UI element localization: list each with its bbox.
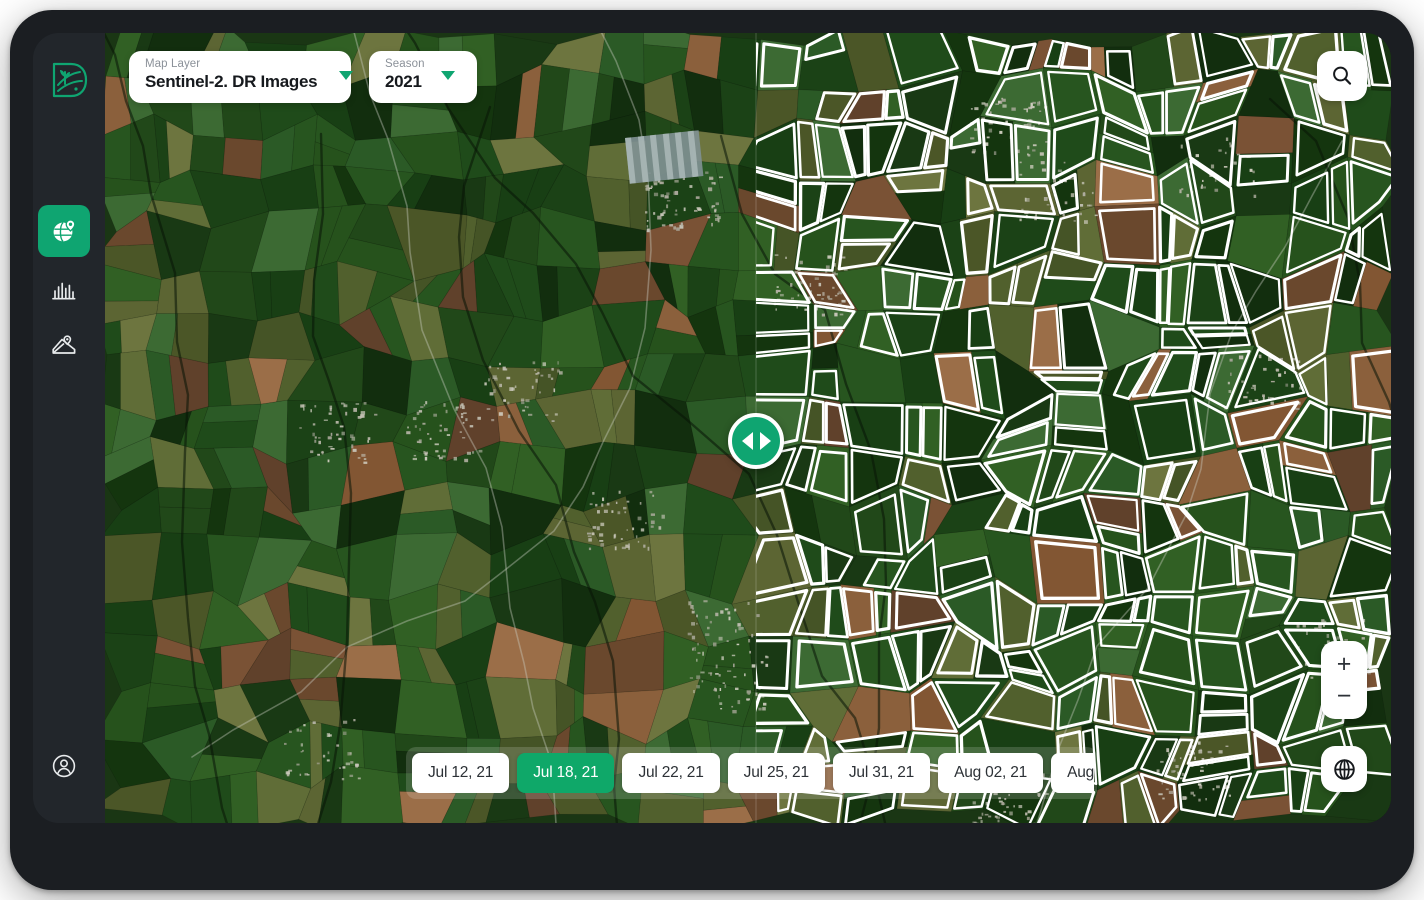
date-chip[interactable]: Jul 25, 21 <box>727 753 825 793</box>
globe-icon <box>1333 758 1355 780</box>
chevron-right-icon <box>759 432 771 450</box>
chevron-down-icon <box>339 71 354 80</box>
date-chip[interactable]: Jul 22, 21 <box>622 753 720 793</box>
map-viewport[interactable]: Map Layer Sentinel-2. DR Images Season 2… <box>105 33 1391 823</box>
map-toolbar: Map Layer Sentinel-2. DR Images Season 2… <box>129 51 477 103</box>
zoom-out-button[interactable]: − <box>1321 680 1367 712</box>
sidebar-item-analytics[interactable] <box>38 265 90 317</box>
basemap-toggle-button[interactable] <box>1321 746 1367 792</box>
search-button[interactable] <box>1317 51 1367 101</box>
chevron-down-icon <box>440 71 455 80</box>
date-chip[interactable]: Jul 12, 21 <box>412 753 510 793</box>
date-chip[interactable]: Aug 02, 21 <box>938 753 1044 793</box>
map-comparison-pane <box>756 33 1391 823</box>
field-pin-icon <box>52 335 76 354</box>
season-label: Season <box>385 58 425 70</box>
app-logo <box>43 54 95 106</box>
bar-chart-icon <box>52 282 76 300</box>
sidebar <box>33 33 105 823</box>
sidebar-item-fields[interactable] <box>38 318 90 370</box>
leaf-field-logo-icon <box>52 62 88 98</box>
date-timeline[interactable]: Jul 12, 21 Jul 18, 21 Jul 22, 21 Jul 25, 21… <box>412 753 1094 793</box>
zoom-controls: + − <box>1321 641 1367 719</box>
season-select[interactable]: Season 2021 <box>369 51 477 103</box>
globe-pin-icon <box>53 219 76 242</box>
season-value: 2021 <box>385 72 422 91</box>
device-screen: Map Layer Sentinel-2. DR Images Season 2… <box>33 33 1391 823</box>
zoom-in-button[interactable]: + <box>1321 648 1367 680</box>
compare-swipe-handle[interactable] <box>728 413 784 469</box>
user-circle-icon <box>52 754 76 778</box>
map-layer-label: Map Layer <box>145 58 201 70</box>
map-layer-value: Sentinel-2. DR Images <box>145 72 318 91</box>
date-chip[interactable]: Jul 18, 21 <box>517 753 615 793</box>
chevron-left-icon <box>741 432 753 450</box>
device-frame: Map Layer Sentinel-2. DR Images Season 2… <box>10 10 1414 890</box>
sidebar-item-account[interactable] <box>38 740 90 792</box>
sidebar-item-map[interactable] <box>38 205 90 257</box>
date-chip[interactable]: Aug 05, 21 <box>1051 753 1094 793</box>
search-icon <box>1333 66 1352 85</box>
map-layer-select[interactable]: Map Layer Sentinel-2. DR Images <box>129 51 354 103</box>
date-chip[interactable]: Jul 31, 21 <box>832 753 931 793</box>
